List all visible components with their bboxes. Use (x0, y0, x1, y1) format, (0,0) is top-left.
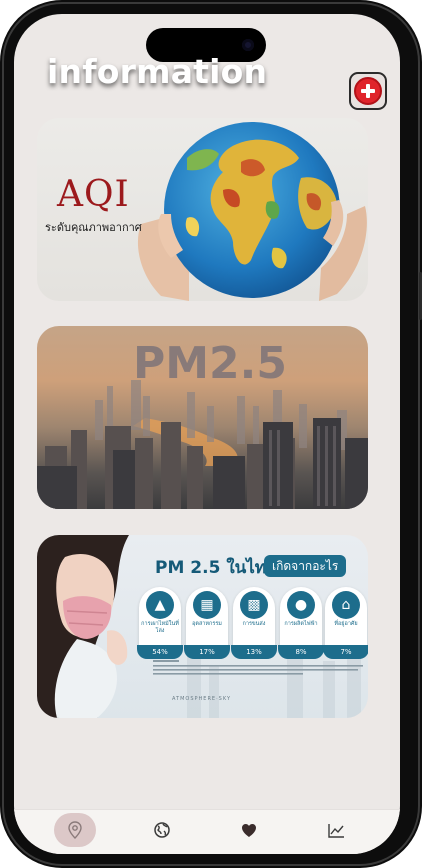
trend-chart-icon (327, 823, 344, 838)
tab-stats[interactable] (315, 813, 357, 847)
plus-icon (354, 77, 382, 105)
infographic-title: PM 2.5 ในไทย (155, 558, 276, 578)
infographic-pill: เกิดจากอะไร (264, 555, 347, 577)
source-item-burning: ▲ การเผาไหม้ในที่โล่ง 54% (137, 587, 183, 659)
globe-icon (154, 822, 170, 838)
front-camera (242, 39, 254, 51)
aqi-card[interactable]: AQI ระดับคุณภาพอากาศ (37, 118, 368, 301)
pm25-card[interactable]: PM2.5 (37, 326, 368, 509)
source-label: ที่อยู่อาศัย (334, 621, 358, 627)
pm25-infographic-card[interactable]: PM 2.5 ในไทย เกิดจากอะไร ▲ การเผาไหม้ในท… (37, 535, 368, 718)
fire-icon: ▲ (146, 591, 174, 619)
source-label: อุตสาหกรรม (192, 621, 222, 627)
app-screen: information AQI ระดับคุณภาพอากาศ PM2.5 P… (14, 14, 400, 854)
source-item-power: ● การผลิตไฟฟ้า 8% (278, 587, 324, 659)
truck-icon: ▩ (240, 591, 268, 619)
source-percent: 54% (137, 645, 183, 659)
source-percent: 8% (278, 645, 324, 659)
source-item-industry: ▦ อุตสาหกรรม 17% (184, 587, 230, 659)
source-label: การเผาไหม้ในที่โล่ง (141, 621, 179, 634)
aqi-title: AQI (57, 174, 130, 215)
factory-icon: ▦ (193, 591, 221, 619)
house-icon: ⌂ (332, 591, 360, 619)
source-percent: 7% (323, 645, 368, 659)
add-button[interactable] (349, 72, 387, 110)
fine-print-lines (153, 660, 363, 675)
infographic-brand: ATMOSPHERE·SKY (172, 696, 231, 702)
source-percent: 17% (184, 645, 230, 659)
source-item-transport: ▩ การขนส่ง 13% (231, 587, 277, 659)
heart-icon (242, 823, 256, 837)
tab-location[interactable] (54, 813, 96, 847)
tab-bar (14, 809, 400, 854)
source-label: การขนส่ง (242, 621, 266, 627)
source-item-residential: ⌂ ที่อยู่อาศัย 7% (323, 587, 368, 659)
bulb-icon: ● (287, 591, 315, 619)
tab-globe[interactable] (141, 813, 183, 847)
source-label: การผลิตไฟฟ้า (284, 621, 318, 627)
aqi-subtitle: ระดับคุณภาพอากาศ (45, 221, 142, 234)
page-title: information (47, 52, 268, 91)
location-pin-icon (68, 821, 82, 839)
source-percent: 13% (231, 645, 277, 659)
tab-favorites[interactable] (228, 813, 270, 847)
phone-frame: information AQI ระดับคุณภาพอากาศ PM2.5 P… (0, 0, 422, 868)
pm25-title: PM2.5 (133, 338, 287, 389)
